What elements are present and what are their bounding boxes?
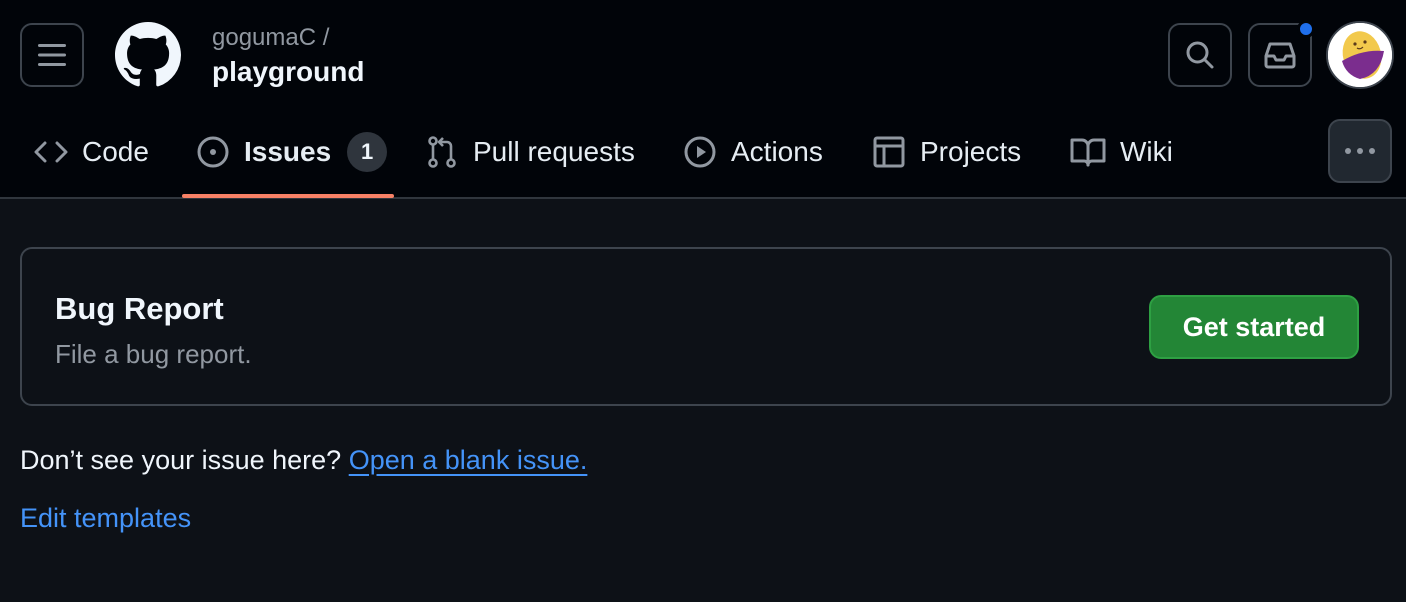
tab-wiki-label: Wiki: [1120, 136, 1173, 167]
inbox-icon: [1264, 42, 1296, 69]
search-icon: [1186, 41, 1214, 69]
menu-button[interactable]: [20, 23, 84, 87]
tab-pull-requests[interactable]: Pull requests: [425, 120, 635, 184]
tab-code-label: Code: [82, 136, 149, 167]
more-tabs-button[interactable]: [1328, 119, 1392, 183]
template-title: Bug Report: [55, 291, 224, 326]
hamburger-icon: [38, 44, 66, 66]
sweet-potato-avatar-icon: [1328, 23, 1392, 87]
tab-projects-label: Projects: [920, 136, 1022, 167]
repo-name[interactable]: playground: [212, 56, 364, 88]
app-header: gogumaC / playground Code Issues 1 Pull …: [0, 0, 1406, 199]
blank-issue-prompt-text: Don’t see your issue here?: [20, 445, 342, 475]
tab-actions-label: Actions: [731, 136, 823, 167]
tab-projects[interactable]: Projects: [872, 120, 1021, 184]
blank-issue-prompt: Don’t see your issue here? Open a blank …: [20, 445, 587, 476]
tab-pull-requests-label: Pull requests: [473, 136, 635, 167]
table-icon: [873, 136, 905, 168]
book-icon: [1070, 138, 1106, 167]
repo-owner[interactable]: gogumaC /: [212, 24, 329, 52]
code-icon: [34, 141, 68, 163]
github-logo-icon[interactable]: [115, 22, 181, 88]
kebab-horizontal-icon: [1345, 148, 1375, 154]
selected-tab-indicator: [182, 194, 394, 198]
notification-indicator: [1297, 20, 1315, 38]
tab-issues-label: Issues: [244, 136, 332, 167]
template-description: File a bug report.: [55, 339, 252, 369]
issues-counter: 1: [347, 132, 388, 172]
avatar[interactable]: [1326, 21, 1394, 89]
git-pull-request-icon: [428, 136, 456, 168]
tab-wiki[interactable]: Wiki: [1070, 120, 1173, 184]
issue-template-card: Bug Report File a bug report. Get starte…: [20, 247, 1392, 406]
edit-templates-link[interactable]: Edit templates: [20, 503, 191, 534]
get-started-button[interactable]: Get started: [1149, 295, 1359, 359]
tab-issues[interactable]: Issues 1: [196, 120, 388, 184]
search-button[interactable]: [1168, 23, 1232, 87]
play-icon: [684, 136, 716, 168]
tab-code[interactable]: Code: [34, 120, 149, 184]
tab-actions[interactable]: Actions: [683, 120, 823, 184]
open-blank-issue-link[interactable]: Open a blank issue.: [349, 445, 588, 475]
issue-opened-icon: [197, 136, 229, 168]
